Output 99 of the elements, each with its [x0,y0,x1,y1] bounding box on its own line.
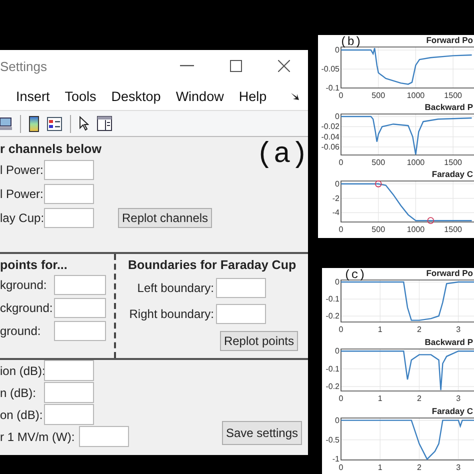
input-field[interactable] [44,382,94,403]
tick-label: -0.2 [326,382,340,392]
tick-label: 1000 [406,225,425,234]
input-field[interactable] [216,278,266,298]
menu-item[interactable]: Desktop [111,88,161,104]
input-field[interactable] [54,298,106,318]
tick-label: 0 [338,225,344,234]
data-marker [374,180,382,188]
tick-label: -0.1 [326,364,340,374]
input-field[interactable] [44,208,94,228]
tick-label: -0.06 [321,142,340,152]
field-label: lay Cup: [0,211,44,225]
replot-channels-button[interactable]: Replot channels [118,208,212,228]
field-label: l Power: [0,187,44,201]
input-field[interactable] [44,184,94,204]
tick-label: 0 [338,91,344,100]
menu-item[interactable]: Window [176,88,224,104]
tick-label: 1000 [406,158,425,167]
tick-label: 0 [335,278,340,287]
tick-label: 1500 [444,91,462,100]
tick-label: 1 [378,463,382,472]
chart-title: Faraday C [432,406,473,416]
window-title: Settings [0,58,47,74]
tick-label: 0 [335,46,340,55]
save-settings-button[interactable]: Save settings [222,421,302,445]
section-heading: Boundaries for Faraday Cup [128,258,296,272]
tick-label: 2 [417,325,422,334]
input-field[interactable] [44,404,94,425]
input-field[interactable] [78,426,129,447]
tick-label: -0.02 [321,122,340,132]
field-label: Right boundary: [128,307,215,321]
chart-title: Backward P [424,337,473,347]
field-label: r 1 MV/m (W): [0,430,75,444]
tick-label: 0 [335,112,340,122]
field-label: n (dB): [0,386,38,400]
monitor-icon[interactable] [0,116,12,130]
menu-item[interactable]: Help [238,88,267,104]
legend-icon[interactable] [47,116,62,130]
tick-label: 0 [338,325,344,334]
tick-label: 1500 [444,225,462,234]
data-marker [427,217,434,224]
dock-arrow-icon[interactable] [291,92,300,100]
field-label: Left boundary: [136,281,215,295]
tick-label: 2 [417,394,422,403]
tick-label: 1000 [406,91,425,100]
field-label: ground: [0,324,42,338]
tick-label: 1500 [444,158,462,167]
field-label: ckground: [0,301,54,315]
panel-label: (c) [344,268,366,284]
tick-label: -0.1 [326,84,340,92]
tick-label: 3 [456,394,461,403]
tick-label: 0 [338,463,344,472]
tick-label: 0 [338,394,344,403]
input-field[interactable] [44,160,94,180]
field-label: kground: [0,278,48,292]
tick-label: -0.2 [326,312,340,321]
menu-item[interactable]: Insert [16,88,50,104]
input-field[interactable] [54,321,106,341]
maximize-icon[interactable] [230,60,242,72]
tick-label: -0.1 [326,294,340,304]
tick-label: 3 [456,325,461,334]
tick-label: 3 [456,463,461,472]
tick-label: 2 [417,463,422,472]
tick-label: -2 [332,194,340,203]
input-field[interactable] [216,304,266,324]
chart-title: Faraday C [432,169,473,179]
menu-item[interactable]: Tools [64,88,96,104]
minimize-icon[interactable] [180,65,194,67]
chart-title: Backward P [424,102,473,112]
tick-label: 500 [372,91,386,100]
panel-label: (b) [340,35,362,51]
tick-label: 0 [335,179,340,188]
close-icon[interactable] [278,60,290,72]
panel-icon[interactable] [97,116,112,131]
input-field[interactable] [44,360,94,381]
tick-label: -0.05 [321,64,340,74]
field-label: l Power: [0,163,44,177]
field-label: on (dB): [0,408,44,422]
tick-label: -0.04 [321,132,340,142]
tick-label: 0 [335,346,340,356]
chart-title: Forward Po [426,35,473,45]
tick-label: 1 [378,325,382,334]
tick-label: 1 [378,394,382,403]
colorbar-icon[interactable] [29,116,39,132]
tick-label: 0 [338,158,344,167]
panel-label: (a) [256,139,308,171]
replot-points-button[interactable]: Replot points [220,331,298,351]
tick-label: 500 [372,225,386,234]
tick-label: -4 [332,208,340,218]
input-field[interactable] [54,275,106,295]
tick-label: -0.5 [326,435,340,444]
section-heading: points for... [0,258,68,272]
section-heading: r channels below [0,142,102,156]
tick-label: 500 [372,158,386,167]
field-label: ion (dB): [0,364,44,378]
tick-label: -1 [332,454,340,464]
chart-title: Forward Po [426,268,473,278]
pointer-icon[interactable] [79,116,89,131]
tick-label: 0 [335,416,340,425]
